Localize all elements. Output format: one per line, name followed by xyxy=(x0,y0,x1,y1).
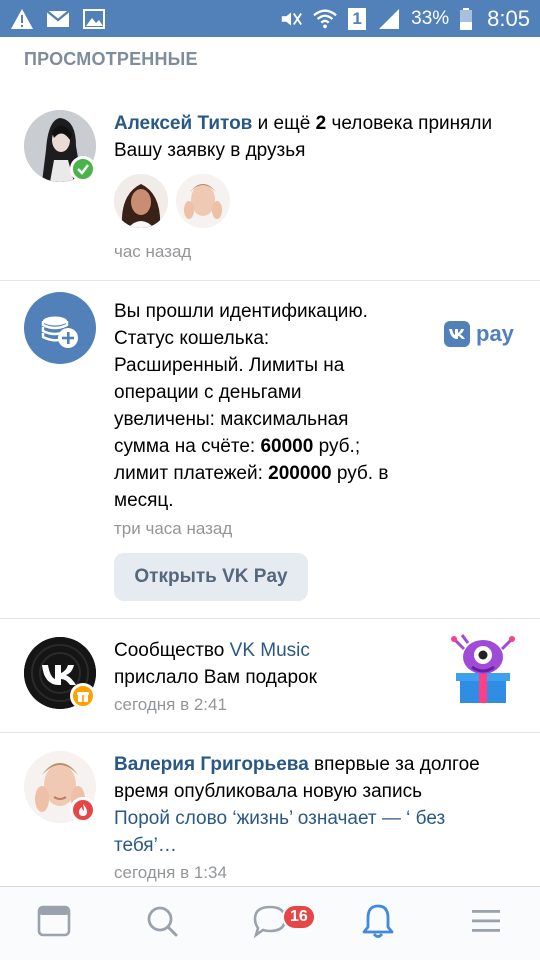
gift-icon xyxy=(70,683,96,709)
wifi-icon xyxy=(313,8,337,30)
notification-gift[interactable]: Сообщество VK Music прислало Вам подарок… xyxy=(0,619,540,732)
notification-text: Валерия Григорьева впервые за долгое вре… xyxy=(114,751,524,859)
payment-limit: 200000 xyxy=(268,463,332,484)
user-link[interactable]: Алексей Титов xyxy=(114,113,252,134)
signal-icon xyxy=(377,8,401,30)
text-part: и ещё xyxy=(252,113,316,134)
post-preview-link[interactable]: тебя’… xyxy=(114,832,524,859)
sim-icon: 1 xyxy=(347,7,367,30)
bottom-nav: 16 xyxy=(0,886,540,960)
nav-messages[interactable]: 16 xyxy=(216,887,324,960)
gallery-icon xyxy=(82,8,106,30)
fire-icon xyxy=(70,797,96,823)
sim-label: 1 xyxy=(348,7,367,30)
count: 2 xyxy=(315,113,327,134)
feed-icon[interactable] xyxy=(37,905,71,942)
coins-plus-icon xyxy=(24,292,96,364)
nav-notifications[interactable] xyxy=(324,887,432,960)
text-line: лимит платежей: 200000 руб. в xyxy=(114,460,434,487)
gmail-icon xyxy=(46,8,70,30)
text-line: увеличены: максимальная xyxy=(114,409,349,430)
user-link[interactable]: Валерия Григорьева xyxy=(114,754,309,775)
text-line: прислало Вам подарок xyxy=(114,667,317,688)
text-line: сумма на счёте: 60000 руб.; xyxy=(114,433,434,460)
text-part: лимит платежей: xyxy=(114,463,269,484)
text-line: операции с деньгами xyxy=(114,382,302,403)
post-preview-link[interactable]: Порой слово ‘жизнь’ означает — ‘ без xyxy=(114,805,524,832)
vkpay-logo-text: pay xyxy=(476,321,514,346)
avatar[interactable] xyxy=(114,174,168,228)
notifications-icon[interactable] xyxy=(361,903,395,944)
text-line: Статус кошелька: xyxy=(114,328,270,349)
avatar[interactable] xyxy=(176,174,230,228)
notification-text: Алексей Титов и ещё 2 человека приняли В… xyxy=(114,110,514,164)
clock: 8:05 xyxy=(487,5,530,31)
search-icon[interactable] xyxy=(145,904,179,943)
nav-search[interactable] xyxy=(108,887,216,960)
notification-friends-accepted[interactable]: Алексей Титов и ещё 2 человека приняли В… xyxy=(0,98,540,280)
section-title: ПРОСМОТРЕННЫЕ xyxy=(24,49,198,69)
text-line: Сообщество VK Music xyxy=(114,637,434,664)
warning-icon xyxy=(10,8,34,30)
notification-text: Сообщество VK Music прислало Вам подарок xyxy=(114,637,434,691)
text-part: сумма на счёте: xyxy=(114,436,261,457)
status-bar: 1 33% 8:05 xyxy=(0,0,540,37)
text-line: Вы прошли идентификацию. xyxy=(114,301,368,322)
text-line: Расширенный. Лимиты на xyxy=(114,355,345,376)
timestamp: сегодня в 1:34 xyxy=(114,863,227,882)
vk-logo-icon xyxy=(444,321,470,347)
text-line: время опубликовала новую запись xyxy=(114,781,422,802)
text-part: руб. в xyxy=(331,463,389,484)
balance-limit: 60000 xyxy=(260,436,314,457)
messages-badge: 16 xyxy=(282,904,316,930)
gift-sticker[interactable] xyxy=(446,633,520,707)
text-part: Сообщество xyxy=(114,640,230,661)
timestamp: сегодня в 2:41 xyxy=(114,695,227,714)
notification-text: Вы прошли идентификацию. Статус кошелька… xyxy=(114,298,434,514)
mute-icon xyxy=(279,8,303,30)
battery-percent: 33% xyxy=(411,7,450,29)
nav-menu[interactable] xyxy=(432,887,540,960)
menu-icon[interactable] xyxy=(470,908,502,939)
vkpay-logo: pay xyxy=(444,321,514,347)
text-part: впервые за долгое xyxy=(308,754,480,775)
text-line: месяц. xyxy=(114,490,174,511)
battery-icon xyxy=(459,7,473,30)
timestamp: три часа назад xyxy=(114,519,233,538)
notification-new-post[interactable]: Валерия Григорьева впервые за долгое вре… xyxy=(0,733,540,886)
community-link[interactable]: VK Music xyxy=(230,640,310,661)
notification-vkpay[interactable]: Вы прошли идентификацию. Статус кошелька… xyxy=(0,281,540,618)
timestamp: час назад xyxy=(114,242,192,261)
text-line: Валерия Григорьева впервые за долгое xyxy=(114,751,524,778)
nav-feed[interactable] xyxy=(0,887,108,960)
open-vkpay-button[interactable]: Открыть VK Pay xyxy=(114,553,308,601)
check-icon xyxy=(70,156,96,182)
text-part: руб.; xyxy=(313,436,361,457)
